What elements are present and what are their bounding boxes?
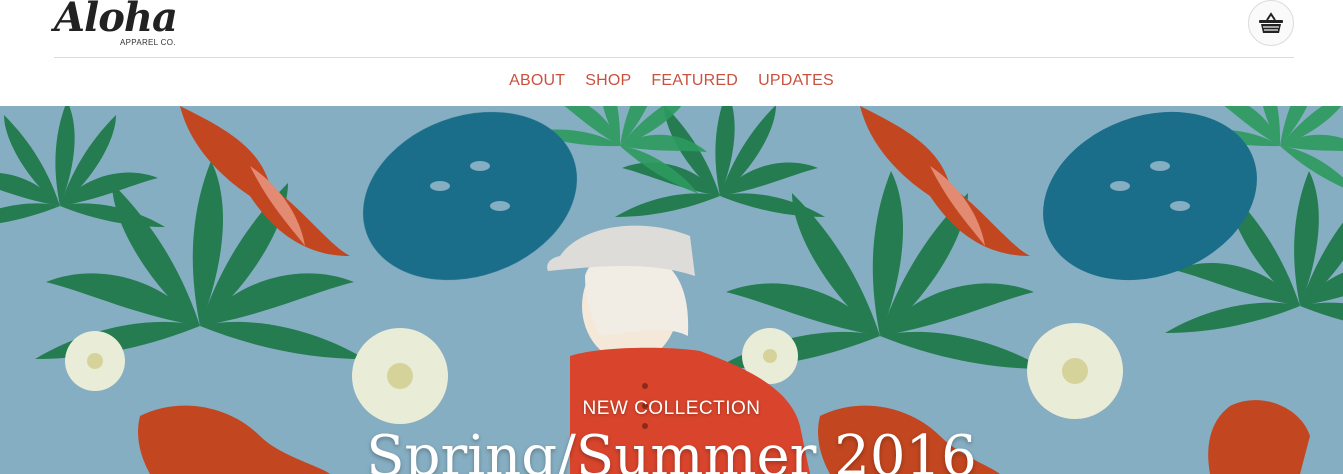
brand-logo[interactable]: Aloha APPAREL CO.: [54, 0, 184, 50]
cart-button[interactable]: [1248, 0, 1294, 46]
hero-banner: NEW COLLECTION Spring/Summer 2016: [0, 106, 1343, 474]
nav-shop[interactable]: SHOP: [585, 70, 631, 94]
nav-updates[interactable]: UPDATES: [758, 70, 834, 94]
logo-wordmark: Aloha: [54, 0, 178, 41]
logo-subtext: APPAREL CO.: [120, 38, 176, 47]
shopping-basket-icon: [1259, 12, 1283, 33]
hero-kicker: NEW COLLECTION: [582, 398, 761, 419]
site-header: Aloha APPAREL CO. ABOUT SHOP FEATURED UP…: [0, 0, 1343, 106]
nav-featured[interactable]: FEATURED: [651, 70, 738, 94]
nav-about[interactable]: ABOUT: [509, 70, 565, 94]
hero-title: Spring/Summer 2016: [366, 424, 977, 474]
main-nav: ABOUT SHOP FEATURED UPDATES: [0, 70, 1343, 94]
header-divider: [54, 57, 1294, 58]
